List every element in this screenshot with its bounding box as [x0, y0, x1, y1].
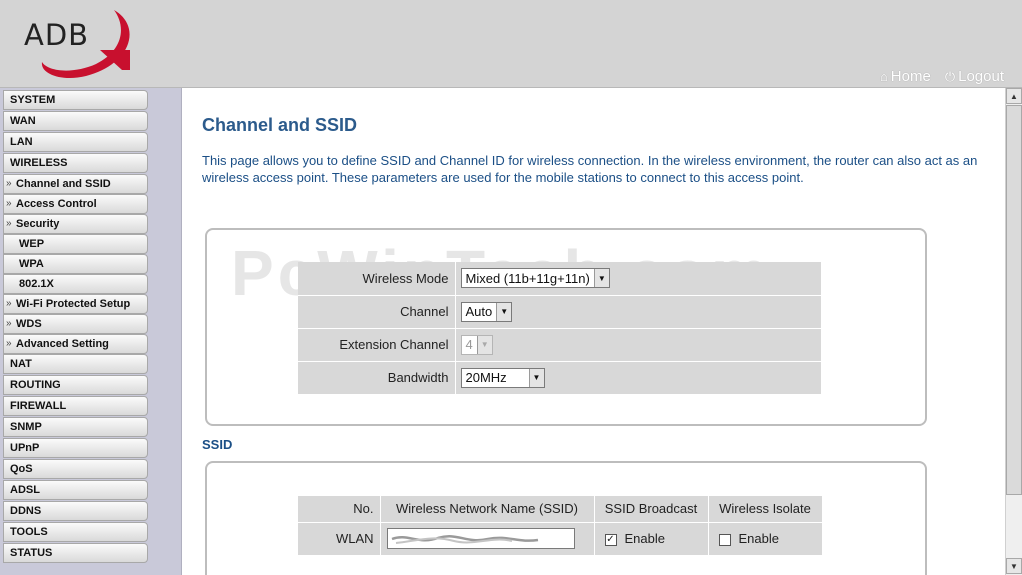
table-row: WLAN ✓ Enable Enable	[298, 522, 823, 556]
nav-advanced-setting[interactable]: » Advanced Setting	[3, 334, 148, 354]
home-link[interactable]: ⌂ Home	[880, 68, 931, 85]
nav-tools[interactable]: TOOLS	[3, 522, 148, 542]
col-no: No.	[298, 496, 381, 523]
nav-system[interactable]: SYSTEM	[3, 90, 148, 110]
col-ssid-broadcast: SSID Broadcast	[594, 496, 709, 523]
nav-nat[interactable]: NAT	[3, 354, 148, 374]
chevron-down-icon: ▼	[593, 269, 609, 288]
bandwidth-label: Bandwidth	[298, 361, 456, 395]
chevron-down-icon: ▼	[476, 335, 492, 354]
channel-select[interactable]: Auto ▼	[460, 301, 513, 322]
logo-text: ADB	[24, 18, 90, 52]
chevron-down-icon: ▼	[496, 302, 512, 321]
wireless-settings-table: Wireless Mode Mixed (11b+11g+11n) ▼ Chan…	[298, 262, 822, 395]
nav-access-control[interactable]: » Access Control	[3, 194, 148, 214]
wireless-isolate-checkbox[interactable]	[718, 533, 731, 546]
wireless-mode-row: Wireless Mode Mixed (11b+11g+11n) ▼	[298, 262, 822, 296]
sidebar: SYSTEM WAN LAN WIRELESS » Channel and SSI…	[0, 88, 182, 575]
channel-label: Channel	[298, 295, 456, 329]
ssid-heading: SSID	[202, 437, 233, 452]
chevron-down-icon: ▼	[528, 368, 544, 387]
arrow-icon: »	[6, 298, 12, 309]
nav-ddns[interactable]: DDNS	[3, 501, 148, 521]
nav-status[interactable]: STATUS	[3, 543, 148, 563]
ssid-table-header: No. Wireless Network Name (SSID) SSID Br…	[298, 496, 823, 523]
main-content: Channel and SSID This page allows you to…	[183, 88, 1005, 575]
nav-routing[interactable]: ROUTING	[3, 375, 148, 395]
ssid-broadcast-checkbox[interactable]: ✓	[604, 533, 617, 546]
nav-8021x[interactable]: 802.1X	[3, 274, 148, 294]
nav-wds[interactable]: » WDS	[3, 314, 148, 334]
nav-wan[interactable]: WAN	[3, 111, 148, 131]
wlan-label: WLAN	[298, 522, 381, 556]
arrow-icon: »	[6, 338, 12, 349]
vertical-scrollbar[interactable]: ▲ ▼	[1005, 88, 1022, 575]
nav-wifi-protected-setup[interactable]: » Wi-Fi Protected Setup	[3, 294, 148, 314]
logout-link[interactable]: ⏻ Logout	[945, 68, 1004, 85]
nav-adsl[interactable]: ADSL	[3, 480, 148, 500]
house-icon: ⌂	[879, 69, 888, 84]
channel-row: Channel Auto ▼	[298, 295, 822, 329]
nav-wireless[interactable]: WIRELESS	[3, 153, 148, 173]
arrow-icon: »	[6, 318, 12, 329]
arrow-icon: »	[6, 218, 12, 229]
redacted-text-icon	[391, 535, 538, 544]
power-icon: ⏻	[944, 68, 956, 84]
extension-channel-label: Extension Channel	[298, 328, 456, 362]
nav-security[interactable]: » Security	[3, 214, 148, 234]
nav-upnp[interactable]: UPnP	[3, 438, 148, 458]
wireless-mode-select[interactable]: Mixed (11b+11g+11n) ▼	[460, 268, 610, 289]
wireless-isolate-enable-label: Enable	[738, 531, 779, 546]
col-wireless-isolate: Wireless Isolate	[708, 496, 823, 523]
arrow-icon: »	[6, 178, 12, 189]
logout-label: Logout	[958, 68, 1004, 85]
nav-firewall[interactable]: FIREWALL	[3, 396, 148, 416]
nav-snmp[interactable]: SNMP	[3, 417, 148, 437]
adb-logo: ADB	[18, 6, 142, 82]
page-title: Channel and SSID	[202, 115, 358, 135]
nav-lan[interactable]: LAN	[3, 132, 148, 152]
ssid-broadcast-enable-label: Enable	[624, 531, 665, 546]
nav-wep[interactable]: WEP	[3, 234, 148, 254]
ssid-name-input[interactable]	[386, 528, 575, 549]
scroll-down-button[interactable]: ▼	[1006, 558, 1022, 574]
ssid-table: No. Wireless Network Name (SSID) SSID Br…	[298, 496, 823, 556]
home-label: Home	[890, 68, 931, 85]
header-bar: ADB ⌂ Home ⏻ Logout	[0, 0, 1022, 88]
scroll-up-button[interactable]: ▲	[1006, 88, 1022, 104]
bandwidth-select[interactable]: 20MHz ▼	[460, 367, 545, 388]
page-description: This page allows you to define SSID and …	[202, 153, 978, 185]
bandwidth-row: Bandwidth 20MHz ▼	[298, 361, 822, 395]
arrow-icon: »	[6, 198, 12, 209]
extension-channel-row: Extension Channel 4 ▼	[298, 328, 822, 362]
extension-channel-select[interactable]: 4 ▼	[460, 334, 493, 355]
nav-wpa[interactable]: WPA	[3, 254, 148, 274]
scrollbar-thumb[interactable]	[1006, 105, 1022, 495]
nav-qos[interactable]: QoS	[3, 459, 148, 479]
col-network-name: Wireless Network Name (SSID)	[380, 496, 595, 523]
wireless-mode-label: Wireless Mode	[298, 262, 456, 296]
nav-channel-and-ssid[interactable]: » Channel and SSID	[3, 174, 148, 194]
